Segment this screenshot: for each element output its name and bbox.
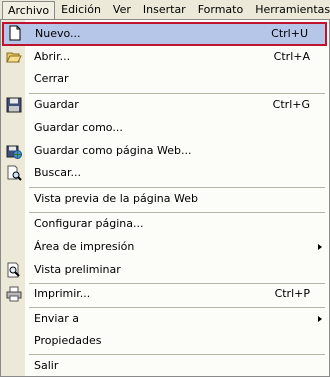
menu-item-enviar-a[interactable]: Enviar a	[1, 308, 329, 330]
menubar-ver[interactable]: Ver	[107, 1, 137, 18]
menu-item-label: Vista preliminar	[34, 263, 121, 276]
menu-item-shortcut: Ctrl+U	[271, 27, 308, 40]
archivo-dropdown-menu: Nuevo... Ctrl+U Abrir... Ctrl+A Cerrar G…	[0, 19, 330, 377]
menu-item-label: Salir	[34, 359, 59, 372]
menu-bar: Archivo Edición Ver Insertar Formato Her…	[0, 0, 330, 20]
submenu-arrow-icon	[318, 316, 322, 322]
menu-item-guardar-como[interactable]: Guardar como...	[1, 117, 329, 139]
menu-item-label: Guardar	[34, 98, 79, 111]
menu-item-label: Área de impresión	[34, 240, 135, 253]
menu-item-vista-preliminar[interactable]: Vista preliminar	[1, 259, 329, 281]
menu-item-label: Buscar...	[34, 166, 82, 179]
menu-item-area-impresion[interactable]: Área de impresión	[1, 236, 329, 258]
menu-item-label: Propiedades	[34, 334, 102, 347]
print-preview-icon	[7, 262, 20, 278]
menu-item-cerrar[interactable]: Cerrar	[1, 68, 329, 90]
menubar-formato[interactable]: Formato	[192, 1, 250, 18]
menu-item-label: Imprimir...	[34, 287, 91, 300]
menu-item-label: Configurar página...	[34, 217, 144, 230]
menu-item-nuevo[interactable]: Nuevo... Ctrl+U	[2, 22, 327, 46]
menubar-herramientas[interactable]: Herramientas	[249, 1, 330, 18]
open-folder-icon	[6, 52, 22, 63]
menu-item-propiedades[interactable]: Propiedades	[1, 330, 329, 352]
printer-icon	[6, 286, 22, 302]
menu-item-guardar[interactable]: Guardar Ctrl+G	[1, 94, 329, 116]
save-web-icon	[6, 145, 22, 159]
save-disk-icon	[6, 97, 22, 113]
menu-item-label: Abrir...	[34, 50, 71, 63]
menu-item-buscar[interactable]: Buscar...	[1, 162, 329, 184]
menu-item-vista-previa-web[interactable]: Vista previa de la página Web	[1, 188, 329, 210]
menu-item-label: Enviar a	[34, 312, 79, 325]
menubar-archivo[interactable]: Archivo	[2, 0, 56, 20]
menu-item-configurar-pagina[interactable]: Configurar página...	[1, 213, 329, 235]
menu-item-label: Guardar como...	[34, 121, 123, 134]
menubar-edicion[interactable]: Edición	[55, 1, 107, 18]
menu-item-imprimir[interactable]: Imprimir... Ctrl+P	[1, 283, 329, 305]
search-file-icon	[7, 165, 22, 181]
menu-item-guardar-como-web[interactable]: Guardar como página Web...	[1, 140, 329, 162]
menubar-insertar[interactable]: Insertar	[137, 1, 192, 18]
menu-item-label: Cerrar	[34, 72, 69, 85]
submenu-arrow-icon	[318, 244, 322, 250]
menu-item-shortcut: Ctrl+A	[273, 50, 310, 63]
menu-item-shortcut: Ctrl+G	[272, 98, 310, 111]
menu-item-label: Guardar como página Web...	[34, 144, 192, 157]
menu-item-shortcut: Ctrl+P	[274, 287, 310, 300]
menu-item-label: Vista previa de la página Web	[34, 192, 198, 205]
menu-item-salir[interactable]: Salir	[1, 355, 329, 377]
menu-item-abrir[interactable]: Abrir... Ctrl+A	[1, 46, 329, 68]
new-document-icon	[9, 25, 21, 41]
menu-item-label: Nuevo...	[35, 27, 81, 40]
